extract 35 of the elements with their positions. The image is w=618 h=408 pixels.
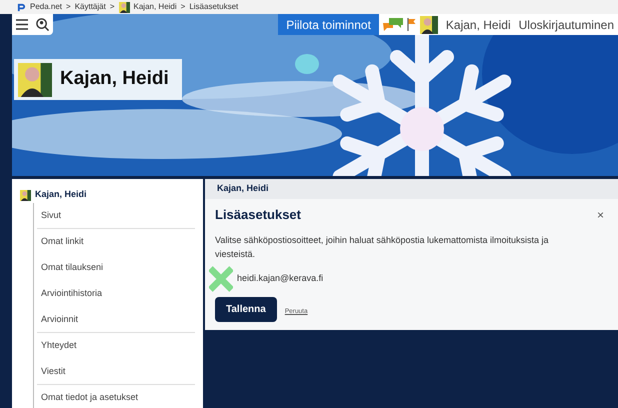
logout-link[interactable]: Uloskirjautuminen [518,16,614,34]
sidebar-item[interactable]: Omat tilaukseni [41,261,104,275]
chat-icon[interactable] [382,18,403,31]
breadcrumb-separator: > [180,1,186,13]
panel-title: Kajan, Heidi [217,182,269,196]
dialog-description: Valitse sähköpostiosoitteet, joihin haluat sähköpostia lukemattomista ilmoituksista ja viesteistä. [215,234,550,260]
banner-title: Kajan, Heidi [60,67,169,92]
close-button[interactable]: × [596,206,608,224]
avatar-icon [420,16,438,34]
sidebar-item[interactable]: Arvioinnit [41,312,78,326]
avatar-icon [20,190,31,200]
user-link[interactable]: Kajan, Heidi [446,16,511,34]
sidebar-item[interactable]: Yhteydet [41,339,77,353]
breadcrumb-link[interactable]: Kajan, Heidi [134,1,177,13]
sidebar-item[interactable]: Arviointihistoria [41,287,102,301]
logo-icon[interactable] [17,2,26,12]
breadcrumb-current[interactable]: Lisäasetukset [189,1,238,13]
save-button[interactable]: Tallenna [215,296,277,322]
flag-icon[interactable] [406,18,416,31]
hide-actions-button[interactable]: Piilota toiminnot [278,14,379,35]
dialog-title: Lisäasetukset [215,206,301,224]
breadcrumb-separator: > [110,1,115,13]
menu-icon[interactable] [16,19,28,30]
breadcrumb-link[interactable]: Peda.net [30,1,62,13]
search-icon[interactable] [36,18,49,31]
sidebar-item[interactable]: Sivut [41,208,62,222]
sidebar-item[interactable]: Viestit [41,364,66,378]
email-label: heidi.kajan@kerava.fi [237,272,324,285]
breadcrumb-separator: > [66,1,71,13]
breadcrumb-link[interactable]: Käyttäjät [74,1,106,13]
avatar-icon [118,2,130,12]
sidebar-item[interactable]: Omat tiedot ja asetukset [41,391,138,405]
profile-avatar-icon [18,62,52,96]
sidebar-header[interactable]: Kajan, Heidi [35,188,87,202]
sidebar-item[interactable]: Omat linkit [41,235,84,249]
